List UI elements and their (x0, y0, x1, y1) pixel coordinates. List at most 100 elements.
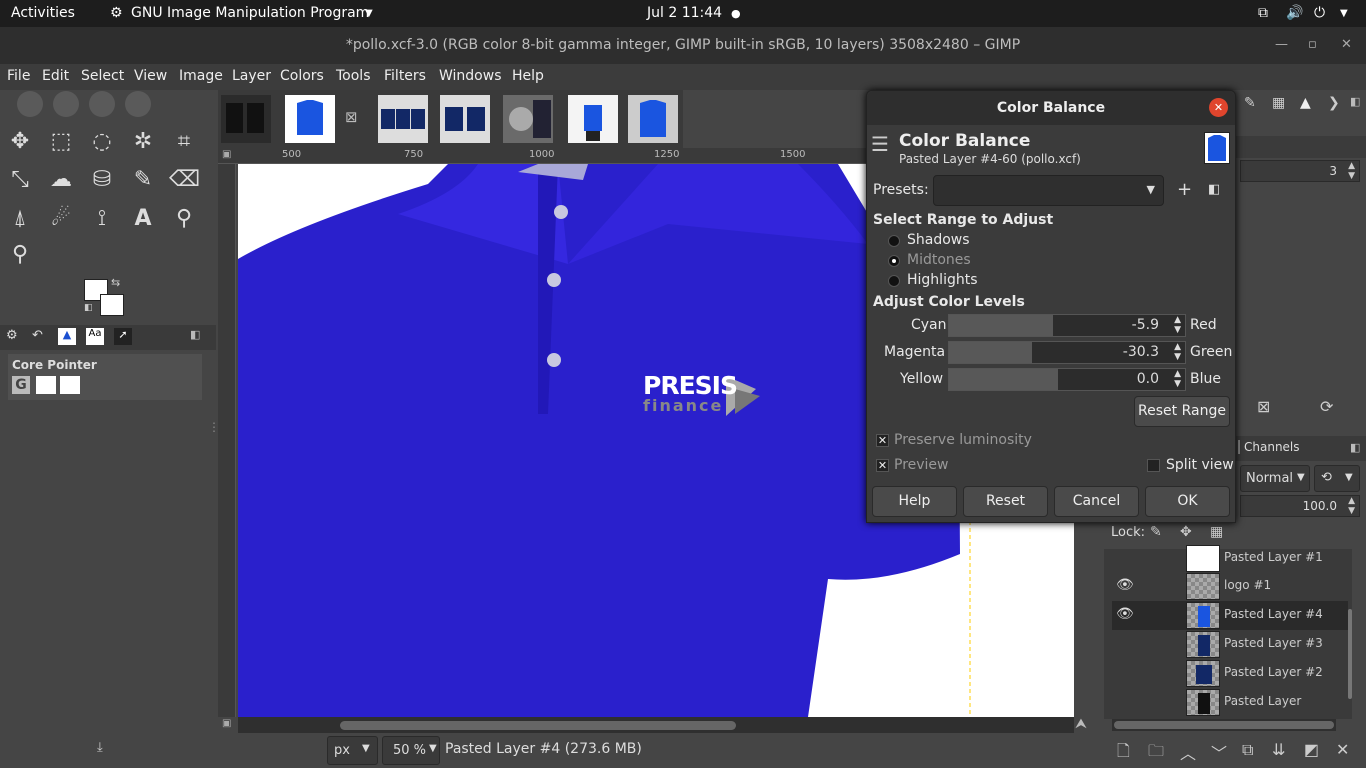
merge-layer-icon[interactable]: ⇊ (1272, 740, 1285, 759)
activities-button[interactable]: Activities (11, 5, 75, 21)
dialog-titlebar[interactable]: Color Balance ✕ (867, 91, 1235, 125)
chevron-down-icon[interactable]: ▼ (365, 8, 373, 19)
tool-options-tab-icon[interactable]: ⚙ (6, 328, 18, 343)
text-tool-icon[interactable]: A (128, 204, 158, 234)
mask-icon[interactable]: ◩ (1304, 740, 1319, 759)
add-preset-icon[interactable]: + (1177, 179, 1192, 200)
presets-combo[interactable]: ▼ (933, 175, 1164, 206)
paths-tab-icon[interactable]: ✎ (1244, 95, 1256, 111)
menu-tools[interactable]: Tools (336, 68, 371, 84)
eye-icon[interactable]: 👁 (1116, 606, 1134, 622)
fonts-tab-icon[interactable]: Aa (86, 328, 104, 345)
opacity-spinbox[interactable]: 100.0 ▲ ▼ (1240, 495, 1360, 517)
eye-icon[interactable]: 👁 (1116, 577, 1134, 593)
close-image-tab-icon[interactable]: ⊠ (345, 108, 358, 126)
menu-view[interactable]: View (134, 68, 167, 84)
close-window-button[interactable]: ✕ (1341, 37, 1352, 52)
scrollbar-thumb[interactable] (340, 721, 736, 730)
crop-tool-icon[interactable]: ⌗ (169, 127, 199, 157)
layers-list[interactable]: Pasted Layer #1 👁 logo #1 👁 Pasted Layer… (1104, 545, 1352, 719)
rect-select-tool-icon[interactable]: ⬚ (46, 127, 76, 157)
new-layer-icon[interactable]: 🗋 (1117, 740, 1130, 767)
fuzzy-select-tool-icon[interactable]: ✲ (128, 127, 158, 157)
radio-shadows-label[interactable]: Shadows (907, 232, 970, 248)
maximize-button[interactable]: ▫ (1308, 37, 1317, 52)
split-view-checkbox[interactable] (1147, 459, 1160, 472)
images-tab-icon[interactable]: ▲ (58, 328, 76, 345)
preset-menu-icon[interactable]: ◧ (1208, 182, 1220, 197)
network-icon[interactable]: ⧉ (1258, 5, 1268, 21)
split-view-label[interactable]: Split view (1166, 457, 1234, 473)
tab-channels[interactable]: Channels (1238, 440, 1328, 454)
swap-colors-icon[interactable]: ⇆ (111, 276, 120, 289)
cancel-button[interactable]: Cancel (1054, 486, 1139, 517)
color-picker-tool-icon[interactable]: ⚲ (169, 204, 199, 234)
horizontal-scrollbar[interactable] (238, 717, 1074, 733)
reset-button[interactable]: Reset (963, 486, 1048, 517)
navigate-icon[interactable]: ⮝ (1075, 716, 1087, 732)
duplicate-layer-icon[interactable]: ⧉ (1242, 740, 1253, 760)
vertical-ruler[interactable] (218, 164, 236, 717)
gradient-tab-icon[interactable]: ▲ (1300, 95, 1311, 111)
bucket-fill-tool-icon[interactable]: ⛁ (87, 165, 117, 195)
delete-layer-icon[interactable]: ✕ (1336, 740, 1349, 759)
spacing-spinbox[interactable]: 3 ▲ ▼ (1240, 160, 1360, 182)
smudge-tool-icon[interactable]: ☄ (46, 204, 76, 234)
layers-scrollbar[interactable] (1348, 609, 1352, 699)
move-tool-icon[interactable]: ✥ (5, 127, 35, 157)
radio-highlights-label[interactable]: Highlights (907, 272, 978, 288)
layer-row[interactable]: Pasted Layer #2 (1112, 659, 1348, 688)
lock-pixels-icon[interactable]: ✎ (1150, 524, 1162, 540)
raise-layer-icon[interactable]: ︿ (1180, 740, 1196, 764)
lasso-tool-icon[interactable]: ◌ (87, 127, 117, 157)
layer-row[interactable]: 👁 logo #1 (1112, 572, 1348, 601)
ok-button[interactable]: OK (1145, 486, 1230, 517)
system-menu-chevron-icon[interactable]: ▼ (1340, 8, 1348, 19)
magenta-green-slider[interactable]: -30.3 ▲ ▼ (948, 341, 1186, 364)
lock-position-icon[interactable]: ✥ (1180, 524, 1192, 540)
app-menu-icon[interactable]: ⚙ (110, 5, 123, 21)
pointer-tab-icon[interactable]: ➚ (114, 328, 132, 345)
background-color-swatch[interactable] (100, 294, 124, 316)
blend-mode-select[interactable]: Normal ▼ (1240, 465, 1310, 492)
dock-menu-icon[interactable]: ◧ (1350, 441, 1360, 454)
ruler-corner-icon[interactable]: ▣ (222, 149, 231, 160)
dock-menu-icon[interactable]: ◧ (190, 328, 200, 341)
transform-tool-icon[interactable]: ⤡ (5, 165, 35, 195)
preview-checkbox[interactable]: ✕ (876, 459, 889, 472)
image-tab-3[interactable] (378, 95, 428, 143)
layers-hscroll-thumb[interactable] (1114, 721, 1334, 729)
layer-row-selected[interactable]: 👁 Pasted Layer #4 (1112, 601, 1348, 630)
pattern-tab-icon[interactable]: ▦ (1272, 95, 1285, 111)
preserve-luminosity-checkbox[interactable]: ✕ (876, 434, 889, 447)
save-tool-preset-icon[interactable]: ⤓ (97, 740, 103, 755)
spinner-arrows-icon[interactable]: ▲ ▼ (1174, 315, 1181, 335)
volume-icon[interactable]: 🔊 (1286, 5, 1303, 21)
dock-menu-icon[interactable]: ◧ (1350, 95, 1360, 108)
menu-image[interactable]: Image (179, 68, 223, 84)
yellow-blue-slider[interactable]: 0.0 ▲ ▼ (948, 368, 1186, 391)
refresh-icon[interactable]: ⟳ (1320, 397, 1333, 416)
default-colors-icon[interactable]: ◧ (84, 303, 93, 313)
radio-shadows[interactable] (888, 235, 900, 247)
app-menu-label[interactable]: GNU Image Manipulation Program (131, 5, 369, 21)
minimize-button[interactable]: — (1275, 37, 1288, 52)
menu-file[interactable]: File (7, 68, 30, 84)
image-tab-active[interactable] (285, 95, 335, 143)
lower-layer-icon[interactable]: ﹀ (1211, 740, 1227, 764)
layer-row[interactable]: Pasted Layer #3 (1112, 630, 1348, 659)
spinner-arrows-icon[interactable]: ▲ ▼ (1348, 496, 1355, 516)
eraser-tool-icon[interactable]: ⌫ (169, 165, 200, 195)
spinner-arrows-icon[interactable]: ▲ ▼ (1348, 161, 1355, 181)
preserve-luminosity-label[interactable]: Preserve luminosity (894, 432, 1032, 448)
menu-edit[interactable]: Edit (42, 68, 69, 84)
more-tabs-icon[interactable]: ❯ (1328, 95, 1340, 111)
image-tab-6[interactable] (568, 95, 618, 143)
new-group-icon[interactable]: 🗀 (1148, 740, 1164, 767)
spinner-arrows-icon[interactable]: ▲ ▼ (1174, 342, 1181, 362)
layer-row[interactable]: Pasted Layer #1 (1112, 544, 1348, 573)
mode-switch-button[interactable]: ⟲ ▼ (1314, 465, 1360, 492)
menu-windows[interactable]: Windows (439, 68, 502, 84)
reset-range-button[interactable]: Reset Range (1134, 396, 1230, 427)
warp-tool-icon[interactable]: ☁ (46, 165, 76, 195)
